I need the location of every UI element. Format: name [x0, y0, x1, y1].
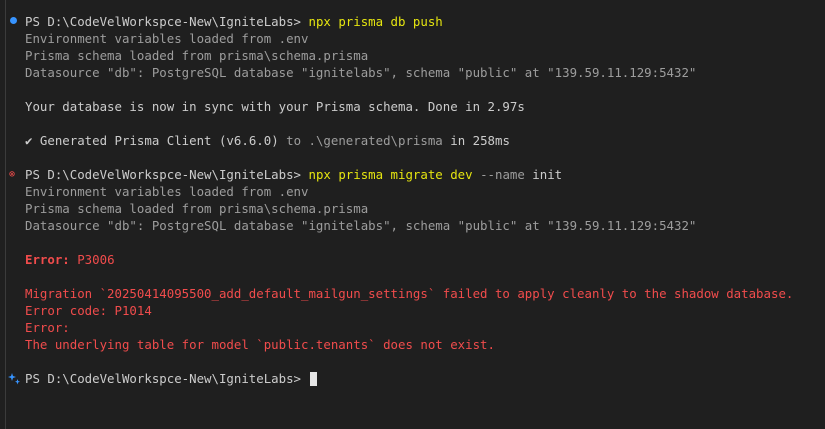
command-text: npx prisma db push — [308, 14, 443, 29]
error-header: Error: P3006 — [25, 251, 115, 268]
text-cursor[interactable] — [310, 372, 318, 386]
command-text: npx prisma migrate dev — [308, 167, 473, 182]
output-generated: ✔ Generated Prisma Client (v6.6.0) to .\… — [25, 132, 510, 149]
prompt-text: PS D:\CodeVelWorkspce-New\IgniteLabs> — [25, 14, 309, 29]
generated-version: (v6.6.0) — [211, 133, 279, 148]
generated-label: Generated Prisma Client — [32, 133, 212, 148]
prompt-line-current[interactable]: PS D:\CodeVelWorkspce-New\IgniteLabs> — [25, 370, 318, 387]
generated-path: to .\generated\prisma — [278, 133, 443, 148]
command-flag: --name — [472, 167, 525, 182]
success-decoration-icon[interactable] — [10, 17, 17, 24]
prompt-line-2: PS D:\CodeVelWorkspce-New\IgniteLabs> np… — [25, 166, 562, 183]
sparkle-icon[interactable] — [7, 372, 20, 385]
error-migration: Migration `20250414095500_add_default_ma… — [25, 286, 794, 301]
error-label: Error: — [25, 252, 70, 267]
error-label-2: Error: — [25, 320, 70, 335]
output-env: Environment variables loaded from .env — [25, 31, 309, 46]
output-schema: Prisma schema loaded from prisma\schema.… — [25, 48, 369, 63]
prompt-text: PS D:\CodeVelWorkspce-New\IgniteLabs> — [25, 371, 309, 386]
prompt-line-1: PS D:\CodeVelWorkspce-New\IgniteLabs> np… — [25, 13, 443, 30]
output-schema: Prisma schema loaded from prisma\schema.… — [25, 201, 369, 216]
output-datasource: Datasource "db": PostgreSQL database "ig… — [25, 218, 697, 233]
command-arg: init — [524, 167, 563, 182]
prompt-text: PS D:\CodeVelWorkspce-New\IgniteLabs> — [25, 167, 309, 182]
generated-time: in 258ms — [442, 133, 510, 148]
terminal-panel[interactable]: PS D:\CodeVelWorkspce-New\IgniteLabs> np… — [0, 0, 825, 429]
error-code: P3006 — [69, 252, 115, 267]
gutter-divider — [5, 0, 6, 429]
error-decoration-icon[interactable]: ⊗ — [9, 170, 19, 180]
output-datasource: Datasource "db": PostgreSQL database "ig… — [25, 65, 697, 80]
output-sync-message: Your database is now in sync with your P… — [25, 99, 525, 114]
error-code-line: Error code: P1014 — [25, 303, 152, 318]
output-env: Environment variables loaded from .env — [25, 184, 309, 199]
error-detail: The underlying table for model `public.t… — [25, 337, 495, 352]
